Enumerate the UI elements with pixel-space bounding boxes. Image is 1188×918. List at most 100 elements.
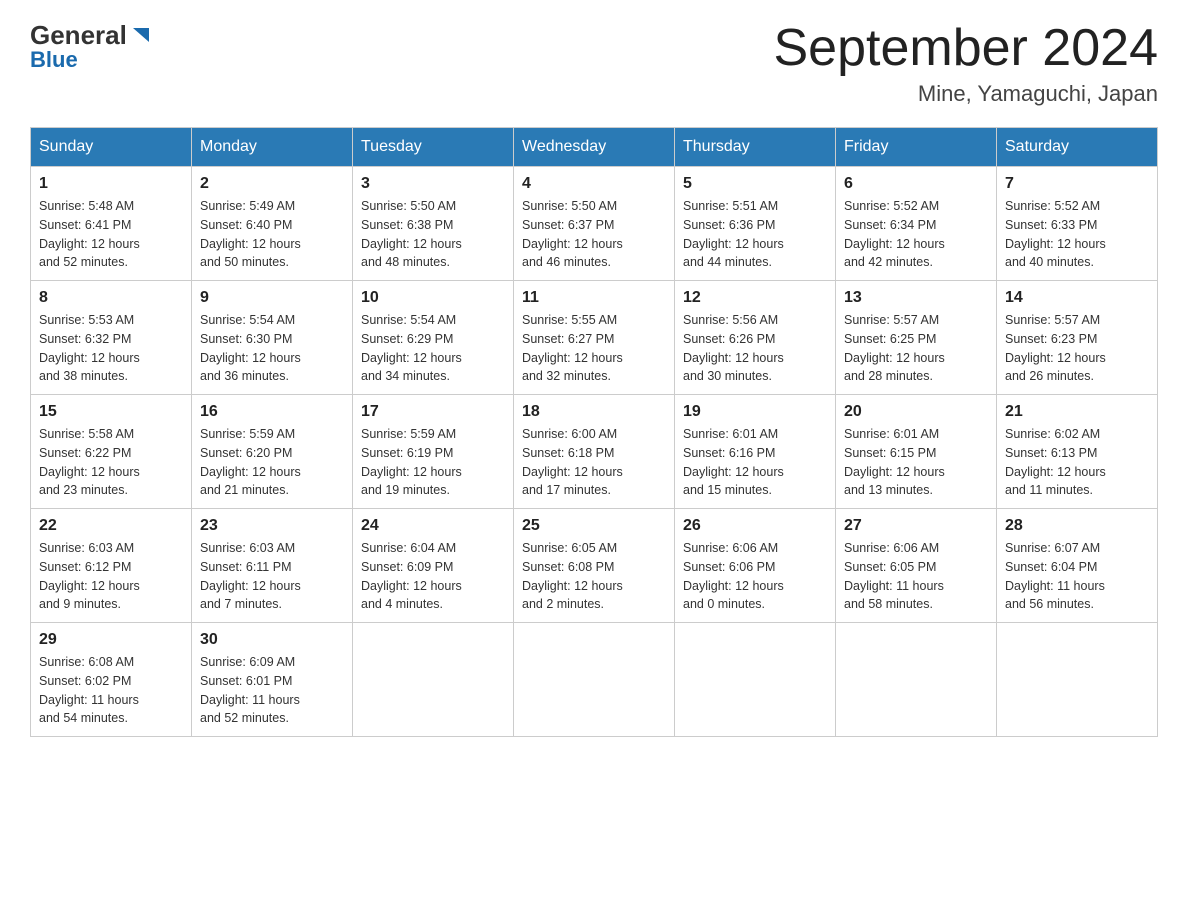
- table-row: 2Sunrise: 5:49 AMSunset: 6:40 PMDaylight…: [192, 167, 353, 281]
- calendar-week-row: 29Sunrise: 6:08 AMSunset: 6:02 PMDayligh…: [31, 623, 1158, 737]
- day-number: 23: [200, 517, 344, 535]
- col-monday: Monday: [192, 128, 353, 167]
- day-number: 5: [683, 175, 827, 193]
- day-number: 10: [361, 289, 505, 307]
- table-row: 9 Sunrise: 5:54 AMSunset: 6:30 PMDaylight…: [192, 281, 353, 395]
- calendar-week-row: 22 Sunrise: 6:03 AMSunset: 6:12 PMDayligh…: [31, 509, 1158, 623]
- day-info: Sunrise: 5:48 AMSunset: 6:41 PMDaylight:…: [39, 197, 183, 272]
- day-info: Sunrise: 5:53 AMSunset: 6:32 PMDaylight:…: [39, 311, 183, 386]
- logo-blue: Blue: [30, 47, 78, 73]
- table-row: 26 Sunrise: 6:06 AMSunset: 6:06 PMDayligh…: [675, 509, 836, 623]
- day-number: 6: [844, 175, 988, 193]
- location: Mine, Yamaguchi, Japan: [774, 81, 1159, 107]
- table-row: 29Sunrise: 6:08 AMSunset: 6:02 PMDayligh…: [31, 623, 192, 737]
- table-row: 23 Sunrise: 6:03 AMSunset: 6:11 PMDayligh…: [192, 509, 353, 623]
- table-row: 13 Sunrise: 5:57 AMSunset: 6:25 PMDayligh…: [836, 281, 997, 395]
- day-info: Sunrise: 5:59 AMSunset: 6:19 PMDaylight:…: [361, 425, 505, 500]
- day-info: Sunrise: 5:52 AMSunset: 6:33 PMDaylight:…: [1005, 197, 1149, 272]
- col-sunday: Sunday: [31, 128, 192, 167]
- page-header: General Blue September 2024 Mine, Yamagu…: [30, 20, 1158, 107]
- table-row: [997, 623, 1158, 737]
- table-row: 24 Sunrise: 6:04 AMSunset: 6:09 PMDayligh…: [353, 509, 514, 623]
- day-info: Sunrise: 6:07 AMSunset: 6:04 PMDaylight:…: [1005, 539, 1149, 614]
- day-info: Sunrise: 5:57 AMSunset: 6:23 PMDaylight:…: [1005, 311, 1149, 386]
- day-info: Sunrise: 6:01 AMSunset: 6:15 PMDaylight:…: [844, 425, 988, 500]
- day-number: 4: [522, 175, 666, 193]
- table-row: 10 Sunrise: 5:54 AMSunset: 6:29 PMDayligh…: [353, 281, 514, 395]
- day-info: Sunrise: 6:01 AMSunset: 6:16 PMDaylight:…: [683, 425, 827, 500]
- day-info: Sunrise: 6:02 AMSunset: 6:13 PMDaylight:…: [1005, 425, 1149, 500]
- table-row: 22 Sunrise: 6:03 AMSunset: 6:12 PMDayligh…: [31, 509, 192, 623]
- calendar-header-row: Sunday Monday Tuesday Wednesday Thursday…: [31, 128, 1158, 167]
- day-info: Sunrise: 6:03 AMSunset: 6:11 PMDaylight:…: [200, 539, 344, 614]
- table-row: 25Sunrise: 6:05 AMSunset: 6:08 PMDayligh…: [514, 509, 675, 623]
- day-info: Sunrise: 6:03 AMSunset: 6:12 PMDaylight:…: [39, 539, 183, 614]
- day-number: 24: [361, 517, 505, 535]
- calendar-week-row: 1 Sunrise: 5:48 AMSunset: 6:41 PMDaylight…: [31, 167, 1158, 281]
- day-number: 22: [39, 517, 183, 535]
- table-row: 7 Sunrise: 5:52 AMSunset: 6:33 PMDaylight…: [997, 167, 1158, 281]
- table-row: 28 Sunrise: 6:07 AMSunset: 6:04 PMDayligh…: [997, 509, 1158, 623]
- day-info: Sunrise: 5:50 AMSunset: 6:37 PMDaylight:…: [522, 197, 666, 272]
- day-info: Sunrise: 6:09 AMSunset: 6:01 PMDaylight:…: [200, 653, 344, 728]
- table-row: 16 Sunrise: 5:59 AMSunset: 6:20 PMDayligh…: [192, 395, 353, 509]
- day-info: Sunrise: 5:50 AMSunset: 6:38 PMDaylight:…: [361, 197, 505, 272]
- col-thursday: Thursday: [675, 128, 836, 167]
- day-number: 14: [1005, 289, 1149, 307]
- day-info: Sunrise: 5:54 AMSunset: 6:29 PMDaylight:…: [361, 311, 505, 386]
- day-number: 18: [522, 403, 666, 421]
- day-number: 20: [844, 403, 988, 421]
- day-number: 19: [683, 403, 827, 421]
- col-tuesday: Tuesday: [353, 128, 514, 167]
- day-info: Sunrise: 6:00 AMSunset: 6:18 PMDaylight:…: [522, 425, 666, 500]
- day-number: 17: [361, 403, 505, 421]
- day-number: 7: [1005, 175, 1149, 193]
- day-number: 16: [200, 403, 344, 421]
- table-row: 21 Sunrise: 6:02 AMSunset: 6:13 PMDayligh…: [997, 395, 1158, 509]
- table-row: 8Sunrise: 5:53 AMSunset: 6:32 PMDaylight…: [31, 281, 192, 395]
- col-saturday: Saturday: [997, 128, 1158, 167]
- month-title: September 2024: [774, 20, 1159, 77]
- table-row: 27 Sunrise: 6:06 AMSunset: 6:05 PMDayligh…: [836, 509, 997, 623]
- day-number: 1: [39, 175, 183, 193]
- calendar-table: Sunday Monday Tuesday Wednesday Thursday…: [30, 127, 1158, 737]
- day-number: 11: [522, 289, 666, 307]
- table-row: 4 Sunrise: 5:50 AMSunset: 6:37 PMDaylight…: [514, 167, 675, 281]
- logo: General Blue: [30, 20, 152, 73]
- day-number: 21: [1005, 403, 1149, 421]
- day-info: Sunrise: 5:58 AMSunset: 6:22 PMDaylight:…: [39, 425, 183, 500]
- day-number: 30: [200, 631, 344, 649]
- day-info: Sunrise: 6:06 AMSunset: 6:05 PMDaylight:…: [844, 539, 988, 614]
- logo-triangle-icon: [130, 24, 152, 46]
- day-number: 26: [683, 517, 827, 535]
- table-row: 30 Sunrise: 6:09 AMSunset: 6:01 PMDayligh…: [192, 623, 353, 737]
- col-wednesday: Wednesday: [514, 128, 675, 167]
- title-section: September 2024 Mine, Yamaguchi, Japan: [774, 20, 1159, 107]
- table-row: 18 Sunrise: 6:00 AMSunset: 6:18 PMDayligh…: [514, 395, 675, 509]
- day-info: Sunrise: 5:57 AMSunset: 6:25 PMDaylight:…: [844, 311, 988, 386]
- day-info: Sunrise: 5:59 AMSunset: 6:20 PMDaylight:…: [200, 425, 344, 500]
- day-info: Sunrise: 6:06 AMSunset: 6:06 PMDaylight:…: [683, 539, 827, 614]
- day-info: Sunrise: 6:04 AMSunset: 6:09 PMDaylight:…: [361, 539, 505, 614]
- table-row: [514, 623, 675, 737]
- day-info: Sunrise: 5:55 AMSunset: 6:27 PMDaylight:…: [522, 311, 666, 386]
- day-info: Sunrise: 5:54 AMSunset: 6:30 PMDaylight:…: [200, 311, 344, 386]
- day-number: 3: [361, 175, 505, 193]
- day-number: 12: [683, 289, 827, 307]
- day-number: 9: [200, 289, 344, 307]
- table-row: [353, 623, 514, 737]
- table-row: [675, 623, 836, 737]
- day-info: Sunrise: 6:08 AMSunset: 6:02 PMDaylight:…: [39, 653, 183, 728]
- table-row: 11 Sunrise: 5:55 AMSunset: 6:27 PMDayligh…: [514, 281, 675, 395]
- day-number: 25: [522, 517, 666, 535]
- day-info: Sunrise: 5:56 AMSunset: 6:26 PMDaylight:…: [683, 311, 827, 386]
- table-row: 3 Sunrise: 5:50 AMSunset: 6:38 PMDaylight…: [353, 167, 514, 281]
- table-row: [836, 623, 997, 737]
- calendar-week-row: 8Sunrise: 5:53 AMSunset: 6:32 PMDaylight…: [31, 281, 1158, 395]
- day-number: 13: [844, 289, 988, 307]
- day-number: 27: [844, 517, 988, 535]
- col-friday: Friday: [836, 128, 997, 167]
- table-row: 6Sunrise: 5:52 AMSunset: 6:34 PMDaylight…: [836, 167, 997, 281]
- table-row: 5Sunrise: 5:51 AMSunset: 6:36 PMDaylight…: [675, 167, 836, 281]
- day-number: 28: [1005, 517, 1149, 535]
